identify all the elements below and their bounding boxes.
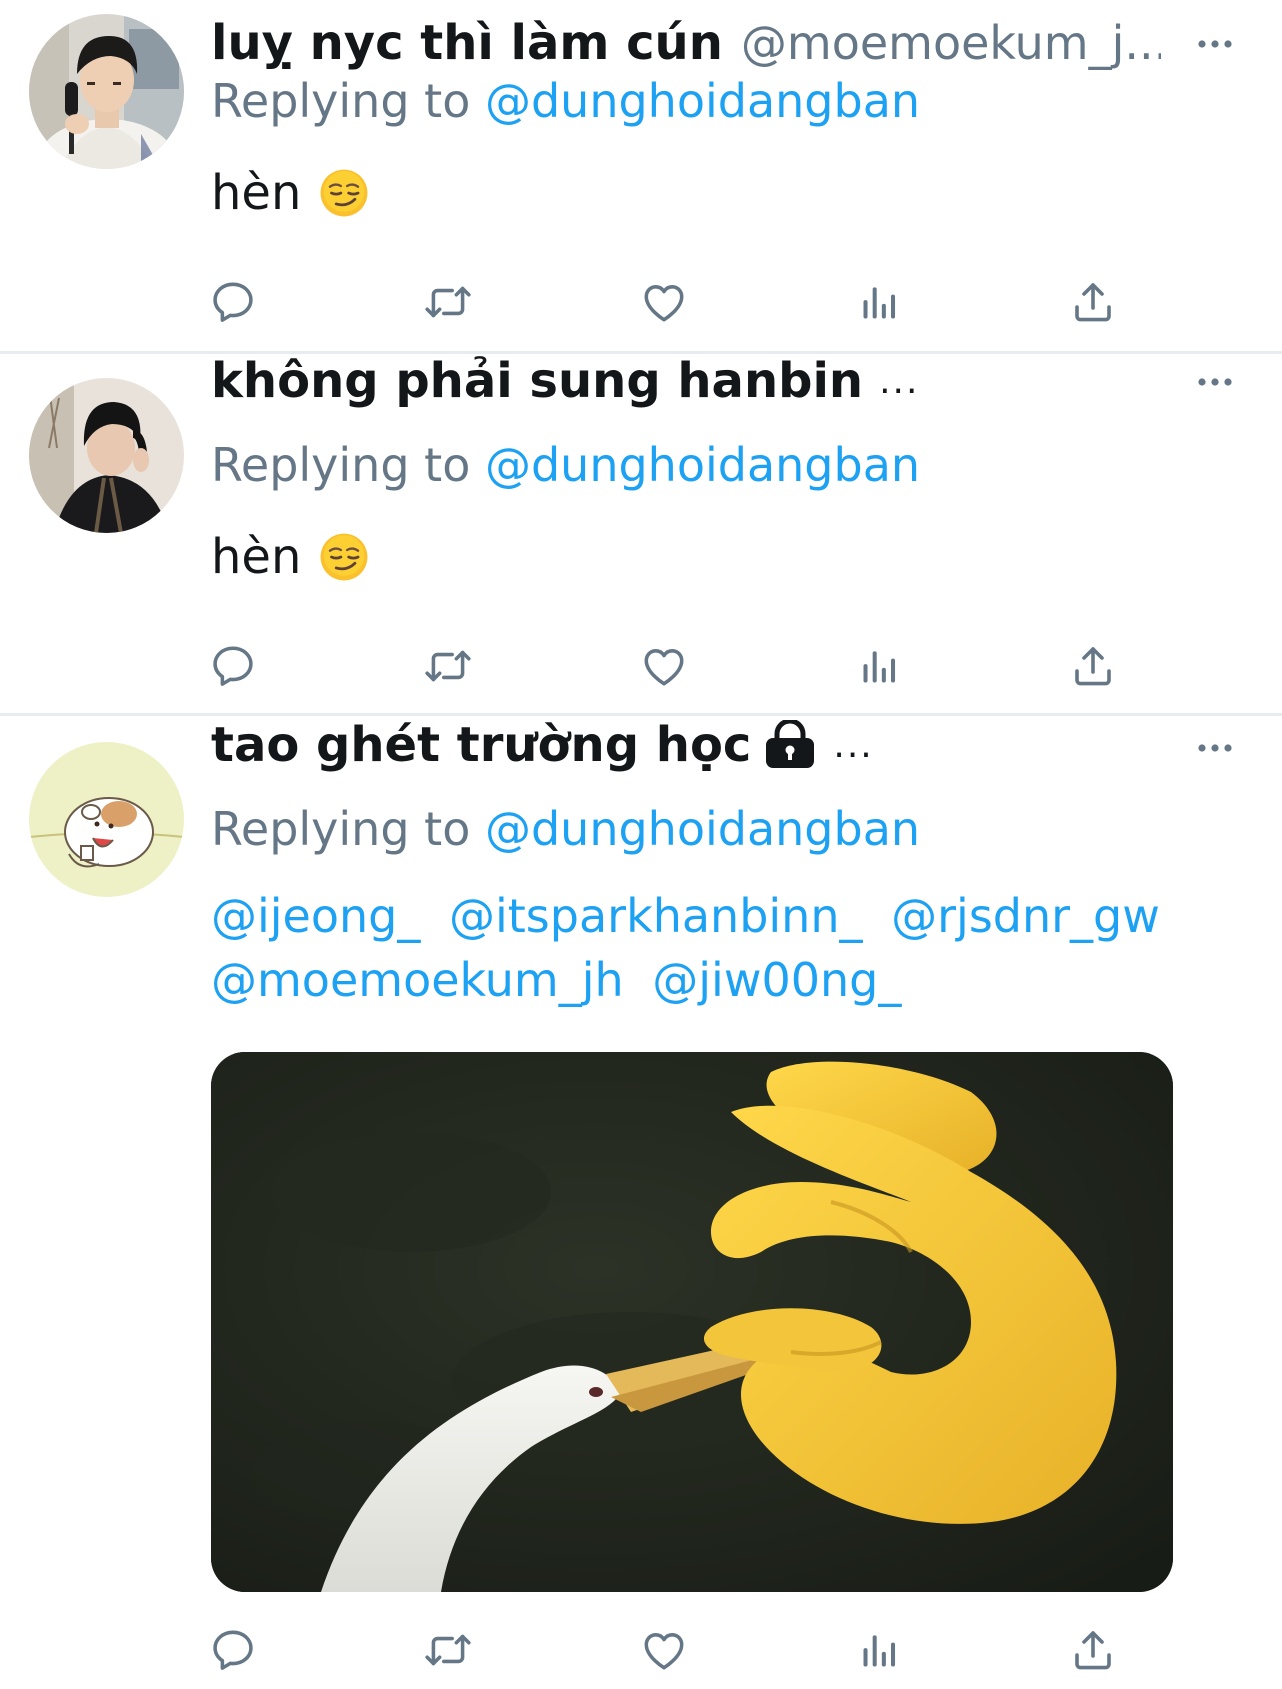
replying-to-line: Replying to @dunghoidangban [211, 438, 920, 492]
tweet-header: tao ghét trường học ... [211, 714, 1161, 776]
lock-icon [766, 720, 815, 768]
replying-to-line: Replying to @dunghoidangban [211, 802, 920, 856]
tweet-media-image[interactable] [211, 1052, 1173, 1592]
mention-link[interactable]: @itsparkhanbinn_ [449, 889, 863, 943]
analytics-icon [858, 1628, 902, 1672]
smirking-face-emoji-icon [319, 168, 369, 218]
like-icon [639, 277, 689, 327]
analytics-icon [858, 644, 902, 688]
display-name[interactable]: luỵ nyc thì làm cún [211, 15, 723, 71]
replying-to-label: Replying to [211, 74, 471, 128]
more-button[interactable] [1188, 24, 1242, 64]
retweet-icon [423, 1625, 473, 1675]
retweet-button[interactable] [420, 274, 476, 330]
analytics-button[interactable] [852, 274, 908, 330]
share-icon [1069, 642, 1117, 690]
retweet-icon [423, 641, 473, 691]
tweet-actions [211, 274, 1131, 334]
tweet-text-content: hèn [211, 165, 302, 221]
like-button[interactable] [636, 1622, 692, 1678]
avatar-photo [29, 742, 184, 897]
name-truncation: ... [833, 724, 874, 766]
analytics-icon [858, 280, 902, 324]
like-button[interactable] [636, 638, 692, 694]
display-name[interactable]: tao ghét trường học [211, 717, 751, 773]
avatar-photo [29, 14, 184, 169]
reply-icon [208, 1625, 258, 1675]
mention-link[interactable]: @jiw00ng_ [652, 953, 901, 1007]
more-button[interactable] [1188, 728, 1242, 768]
tweet-actions [211, 1622, 1131, 1682]
tweet-text: hèn [211, 162, 369, 224]
user-handle[interactable]: @moemoekum_j... [741, 16, 1161, 70]
tweet-2[interactable]: không phải sung hanbin ... Replying to @… [0, 353, 1282, 714]
tweet-header: luỵ nyc thì làm cún @moemoekum_j... [211, 12, 1161, 74]
replying-to-mention[interactable]: @dunghoidangban [485, 74, 920, 128]
share-button[interactable] [1065, 1622, 1121, 1678]
more-icon [1197, 742, 1233, 754]
retweet-button[interactable] [420, 638, 476, 694]
analytics-button[interactable] [852, 1622, 908, 1678]
tweet-3[interactable]: tao ghét trường học ... Replying to @dun… [0, 716, 1282, 1689]
share-icon [1069, 278, 1117, 326]
reply-icon [208, 277, 258, 327]
replying-to-mention[interactable]: @dunghoidangban [485, 802, 920, 856]
avatar-photo [29, 378, 184, 533]
smirking-face-emoji-icon [319, 532, 369, 582]
tweet-1[interactable]: luỵ nyc thì làm cún @moemoekum_j... Repl… [0, 0, 1282, 326]
share-button[interactable] [1065, 638, 1121, 694]
reply-button[interactable] [205, 274, 261, 330]
name-truncation: ... [879, 360, 920, 402]
mention-link[interactable]: @rjsdnr_gw [891, 889, 1160, 943]
replying-to-line: Replying to @dunghoidangban [211, 74, 920, 128]
analytics-button[interactable] [852, 638, 908, 694]
retweet-button[interactable] [420, 1622, 476, 1678]
tweet-mentions: @ijeong_ @itsparkhanbinn_ @rjsdnr_gw @mo… [211, 884, 1241, 1012]
retweet-icon [423, 277, 473, 327]
more-icon [1197, 376, 1233, 388]
like-icon [639, 1625, 689, 1675]
reply-icon [208, 641, 258, 691]
more-button[interactable] [1188, 362, 1242, 402]
like-icon [639, 641, 689, 691]
share-icon [1069, 1626, 1117, 1674]
replying-to-mention[interactable]: @dunghoidangban [485, 438, 920, 492]
tweet-header: không phải sung hanbin ... [211, 350, 1161, 412]
more-icon [1197, 38, 1233, 50]
avatar[interactable] [29, 742, 184, 897]
tweet-text: hèn [211, 526, 369, 588]
share-button[interactable] [1065, 274, 1121, 330]
tweet-actions [211, 638, 1131, 698]
tweet-text-content: hèn [211, 529, 302, 585]
avatar[interactable] [29, 378, 184, 533]
reply-button[interactable] [205, 638, 261, 694]
avatar[interactable] [29, 14, 184, 169]
reply-button[interactable] [205, 1622, 261, 1678]
replying-to-label: Replying to [211, 802, 471, 856]
like-button[interactable] [636, 274, 692, 330]
display-name[interactable]: không phải sung hanbin [211, 353, 863, 409]
goose-hand-meme-image [211, 1052, 1173, 1592]
mention-link[interactable]: @moemoekum_jh [211, 953, 624, 1007]
replying-to-label: Replying to [211, 438, 471, 492]
mention-link[interactable]: @ijeong_ [211, 889, 420, 943]
